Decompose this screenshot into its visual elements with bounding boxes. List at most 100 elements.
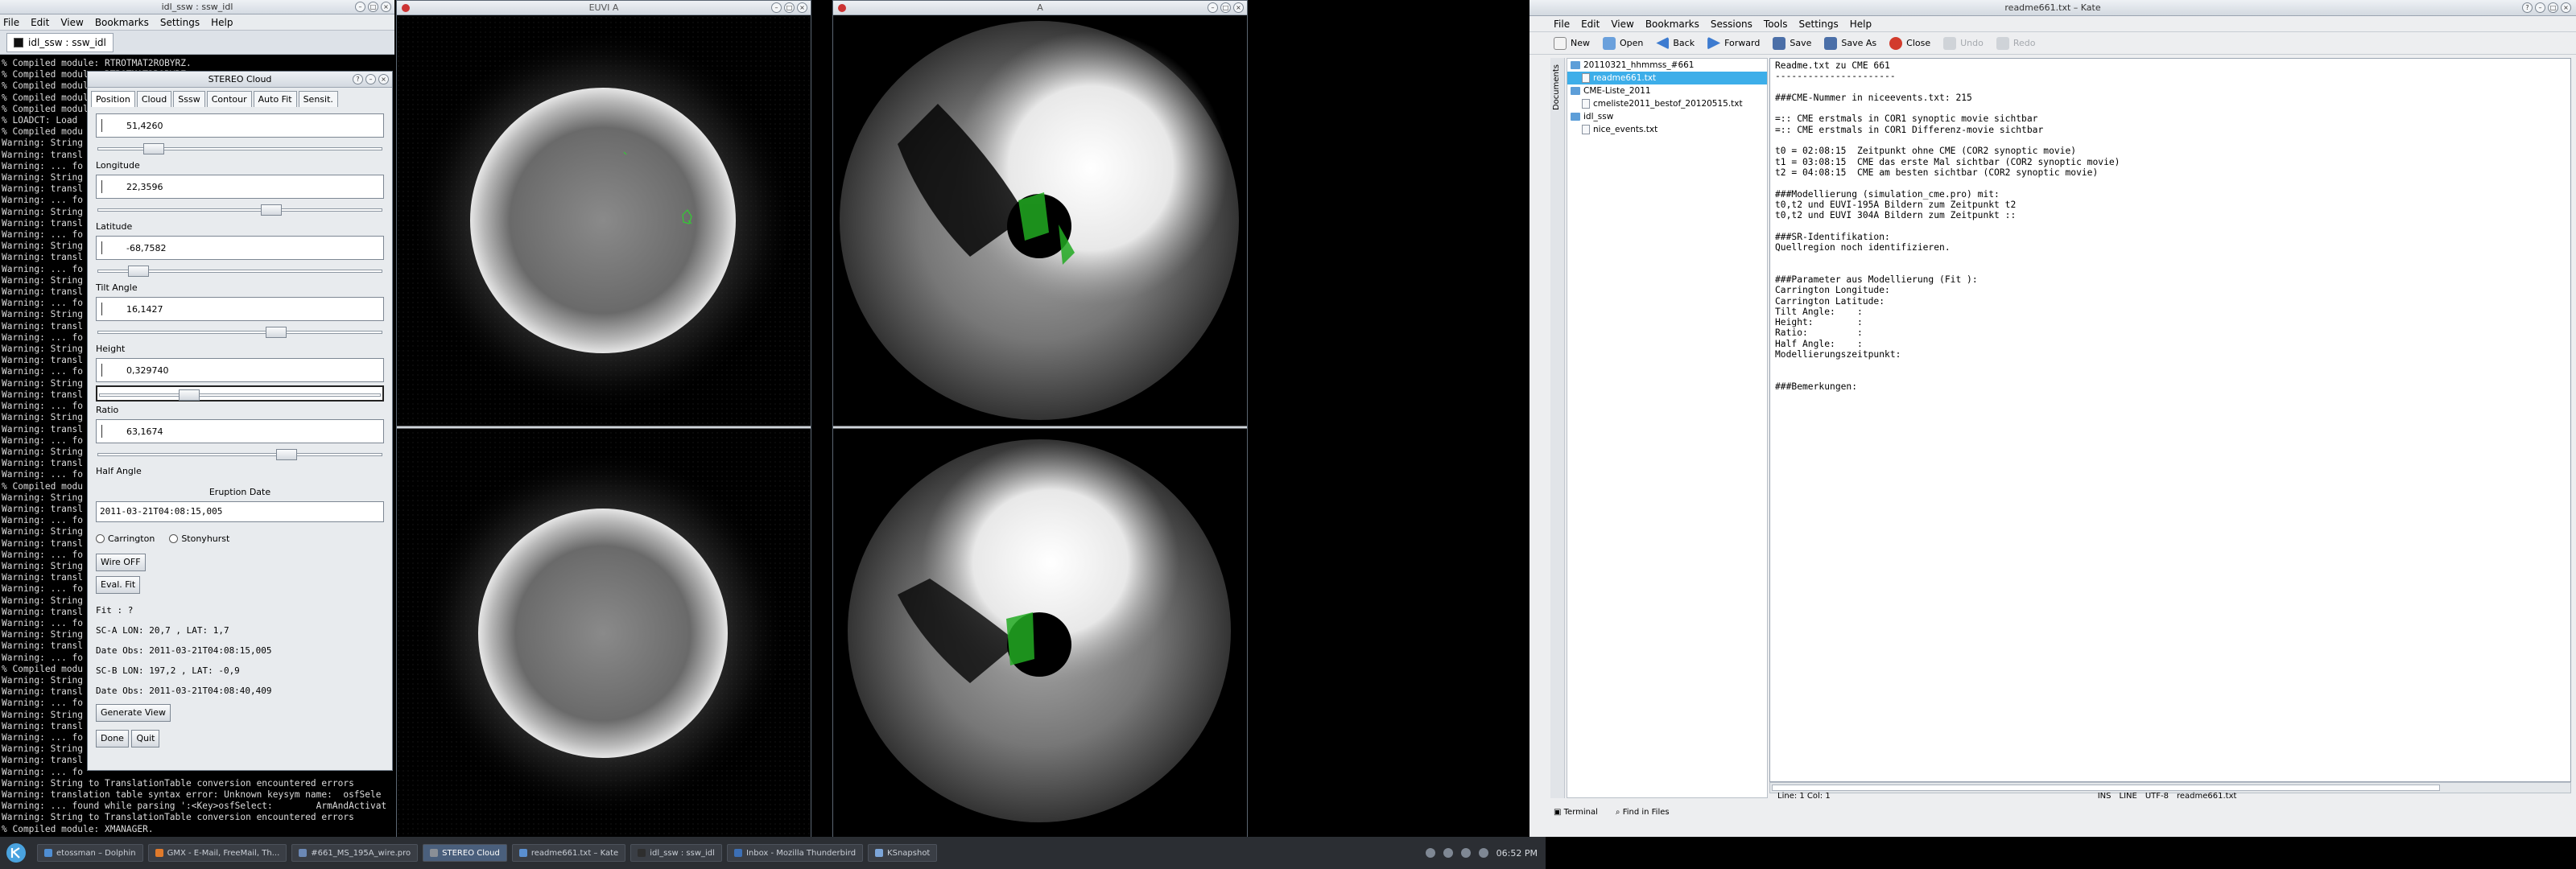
param-input-height[interactable]: 16,1427 — [96, 297, 384, 321]
dialog-titlebar[interactable]: STEREO Cloud ? – × — [88, 72, 392, 88]
slider-track[interactable] — [99, 393, 381, 397]
generate-view-button[interactable]: Generate View — [96, 704, 171, 722]
taskbar-task[interactable]: #661_MS_195A_wire.pro — [291, 844, 419, 862]
slider-thumb[interactable] — [143, 143, 164, 154]
taskbar-task[interactable]: idl_ssw : ssw_idl — [630, 844, 722, 862]
euvi-window-titlebar[interactable]: EUVI A – □ × — [397, 1, 811, 15]
close-icon[interactable]: × — [2561, 2, 2571, 13]
kde-menu-button[interactable] — [0, 837, 32, 869]
cor2-image-canvas[interactable] — [833, 15, 1247, 838]
menu-view[interactable]: View — [60, 17, 83, 28]
slider-thumb[interactable] — [128, 266, 149, 277]
menu-bookmarks[interactable]: Bookmarks — [1645, 19, 1699, 30]
param-input-ratio[interactable]: 0,329740 — [96, 358, 384, 382]
menu-edit[interactable]: Edit — [31, 17, 49, 28]
tab-auto-fit[interactable]: Auto Fit — [253, 91, 297, 107]
close-icon[interactable]: × — [797, 2, 807, 13]
slider-thumb[interactable] — [179, 389, 200, 401]
param-slider[interactable] — [96, 447, 384, 463]
help-icon[interactable]: ? — [353, 74, 363, 84]
editor-content[interactable]: Readme.txt zu CME 661 ------------------… — [1770, 59, 2570, 393]
menu-help[interactable]: Help — [1850, 19, 1872, 30]
cor2-window-titlebar[interactable]: A – □ × — [833, 1, 1247, 15]
new-button[interactable]: New — [1554, 36, 1590, 50]
slider-thumb[interactable] — [266, 327, 287, 338]
menu-file[interactable]: File — [3, 17, 19, 28]
forward-button[interactable]: Forward — [1707, 36, 1760, 50]
menu-settings[interactable]: Settings — [160, 17, 200, 28]
documents-side-tab[interactable]: Documents — [1550, 58, 1565, 798]
menu-bookmarks[interactable]: Bookmarks — [95, 17, 149, 28]
tab-cloud[interactable]: Cloud — [136, 91, 172, 107]
save-as-button[interactable]: Save As — [1824, 36, 1876, 50]
tab-sssw[interactable]: Sssw — [173, 91, 205, 107]
minimize-icon[interactable]: – — [1208, 2, 1218, 13]
euvi-image-canvas[interactable] — [397, 15, 811, 838]
kate-titlebar[interactable]: readme661.txt – Kate ? – □ × — [1530, 0, 2576, 16]
quit-button[interactable]: Quit — [131, 730, 160, 748]
open-button[interactable]: Open — [1603, 36, 1643, 50]
save-button[interactable]: Save — [1773, 36, 1811, 50]
param-slider[interactable] — [96, 263, 384, 279]
eval-fit-button[interactable]: Eval. Fit — [96, 576, 141, 594]
slider-thumb[interactable] — [276, 449, 297, 460]
menu-tools[interactable]: Tools — [1764, 19, 1788, 30]
taskbar-task[interactable]: GMX - E-Mail, FreeMail, Th... — [147, 844, 287, 862]
minimize-icon[interactable]: – — [2535, 2, 2545, 13]
param-input-half-angle[interactable]: 63,1674 — [96, 419, 384, 443]
param-slider[interactable] — [96, 324, 384, 340]
tab-contour[interactable]: Contour — [206, 91, 252, 107]
menu-file[interactable]: File — [1554, 19, 1570, 30]
param-slider[interactable] — [96, 202, 384, 218]
taskbar-task[interactable]: etossman – Dolphin — [37, 844, 143, 862]
redo-button[interactable]: Redo — [1996, 36, 2036, 50]
help-icon[interactable]: ? — [2522, 2, 2533, 13]
battery-icon[interactable] — [1460, 848, 1471, 858]
close-button[interactable]: Close — [1889, 36, 1930, 50]
tree-item[interactable]: nice_events.txt — [1567, 123, 1767, 136]
param-slider[interactable] — [96, 385, 384, 402]
menu-settings[interactable]: Settings — [1798, 19, 1838, 30]
terminal-tab[interactable]: idl_ssw : ssw_idl — [6, 32, 114, 52]
taskbar-task[interactable]: KSnapshot — [868, 844, 938, 862]
tree-item[interactable]: CME-Liste_2011 — [1567, 84, 1767, 97]
menu-sessions[interactable]: Sessions — [1711, 19, 1752, 30]
menu-view[interactable]: View — [1611, 19, 1633, 30]
param-input-tilt-angle[interactable]: -68,7582 — [96, 236, 384, 260]
encoding[interactable]: UTF-8 — [2145, 792, 2169, 801]
slider-thumb[interactable] — [261, 204, 282, 216]
tree-item[interactable]: idl_ssw — [1567, 110, 1767, 123]
tab-position[interactable]: Position — [91, 91, 135, 107]
close-icon[interactable]: × — [378, 74, 389, 84]
slider-track[interactable] — [97, 331, 382, 334]
maximize-icon[interactable]: □ — [784, 2, 795, 13]
volume-icon[interactable] — [1443, 848, 1453, 858]
taskbar-task[interactable]: STEREO Cloud — [423, 844, 507, 862]
tree-item[interactable]: cmeliste2011_bestof_20120515.txt — [1567, 97, 1767, 110]
radio-carrington[interactable]: Carrington — [96, 533, 155, 544]
tab-sensit-[interactable]: Sensit. — [298, 91, 338, 107]
radio-stonyhurst[interactable]: Stonyhurst — [169, 533, 229, 544]
wire-off-button[interactable]: Wire OFF — [96, 554, 146, 571]
text-editor[interactable]: Readme.txt zu CME 661 ------------------… — [1769, 58, 2571, 782]
param-slider[interactable] — [96, 141, 384, 157]
insert-mode[interactable]: INS — [2098, 792, 2112, 801]
maximize-icon[interactable]: □ — [368, 2, 378, 12]
done-button[interactable]: Done — [96, 730, 129, 748]
maximize-icon[interactable]: □ — [2548, 2, 2558, 13]
tree-item[interactable]: readme661.txt — [1567, 72, 1767, 84]
minimize-icon[interactable]: – — [355, 2, 365, 12]
param-input-longitude[interactable]: 51,4260 — [96, 113, 384, 138]
menu-help[interactable]: Help — [211, 17, 233, 28]
find-in-files-button[interactable]: ⌕ Find in Files — [1616, 808, 1670, 817]
minimize-icon[interactable]: – — [365, 74, 376, 84]
menu-edit[interactable]: Edit — [1581, 19, 1600, 30]
notifications-icon[interactable] — [1478, 848, 1488, 858]
maximize-icon[interactable]: □ — [1220, 2, 1231, 13]
slider-track[interactable] — [97, 453, 382, 456]
minimize-icon[interactable]: – — [771, 2, 782, 13]
undo-button[interactable]: Undo — [1943, 36, 1984, 50]
slider-track[interactable] — [97, 208, 382, 212]
terminal-titlebar[interactable]: idl_ssw : ssw_idl – □ × — [0, 0, 394, 14]
selection-mode[interactable]: LINE — [2120, 792, 2137, 801]
